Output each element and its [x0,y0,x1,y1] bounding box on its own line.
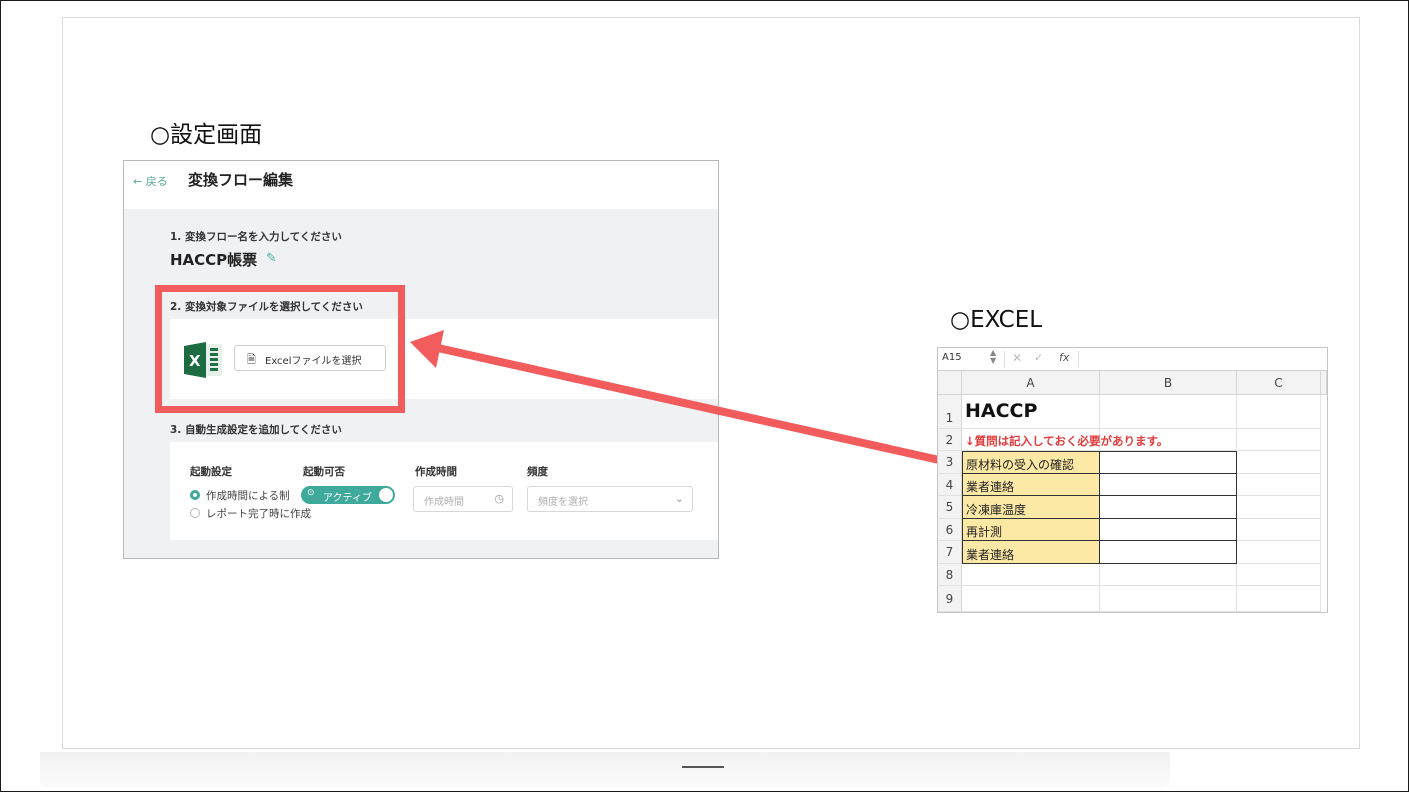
arrow-line [437,344,949,466]
formula-bar: A15 ▲ ▼ ✕ ✓ fx [938,348,1327,371]
arrow-head [410,330,444,368]
item-label: 業者連絡 [966,548,1015,562]
cell-a3[interactable]: 原材料の受入の確認 [962,451,1100,474]
cell-c5[interactable] [1237,496,1321,519]
name-box[interactable]: A15 [942,352,962,363]
row-header[interactable]: 9 [938,586,962,612]
cell-b8[interactable] [1100,564,1237,586]
cell-a6[interactable]: 再計測 [962,518,1100,541]
cell-c7[interactable] [1237,541,1321,564]
haccp-title: HACCP [965,400,1038,422]
row-header[interactable]: 5 [938,496,962,519]
column-header-c[interactable]: C [1237,371,1321,395]
fx-icon[interactable]: fx [1059,351,1069,364]
cell-a8[interactable] [962,564,1100,586]
cell-c6[interactable] [1237,519,1321,541]
cell-b3[interactable] [1099,451,1237,474]
cell-a7[interactable]: 業者連絡 [962,540,1100,564]
cell-b7[interactable] [1099,540,1237,564]
cell-b6[interactable] [1099,518,1237,541]
cell-b5[interactable] [1099,495,1237,519]
cell-a5[interactable]: 冷凍庫温度 [962,495,1100,519]
row-header[interactable]: 7 [938,541,962,564]
row-header[interactable]: 4 [938,474,962,496]
cell-c8[interactable] [1237,564,1321,586]
cell-b2[interactable] [1100,429,1237,451]
cell-a2[interactable]: ↓質問は記入しておく必要があります。 [962,429,1168,451]
select-all-corner[interactable] [938,371,962,395]
cell-c3[interactable] [1237,451,1321,474]
cell-a9[interactable] [962,586,1100,612]
row-header[interactable]: 1 [938,395,962,429]
item-label: 業者連絡 [966,480,1015,494]
column-header-a[interactable]: A [962,371,1100,395]
spinner-icon[interactable]: ▲ ▼ [990,349,996,365]
row-header[interactable]: 3 [938,451,962,474]
cell-c9[interactable] [1237,586,1321,612]
cell-c4[interactable] [1237,474,1321,496]
item-label: 原材料の受入の確認 [966,458,1075,472]
cancel-icon[interactable]: ✕ [1012,351,1022,365]
item-label: 冷凍庫温度 [966,503,1027,517]
column-header-b[interactable]: B [1100,371,1237,395]
check-icon[interactable]: ✓ [1034,351,1043,364]
cell-b1[interactable] [1100,395,1237,429]
cell-b4[interactable] [1099,473,1237,496]
item-label: 再計測 [966,525,1003,539]
cell-c1[interactable] [1237,395,1321,429]
cell-a4[interactable]: 業者連絡 [962,473,1100,496]
excel-sheet: A15 ▲ ▼ ✕ ✓ fx A B C 1 2 3 4 5 6 7 8 9 HA… [937,347,1328,613]
cell-c2[interactable] [1237,429,1321,451]
row-header[interactable]: 8 [938,564,962,586]
cell-b9[interactable] [1100,586,1237,612]
cell-a1[interactable]: HACCP [962,395,1100,429]
row-header[interactable]: 6 [938,519,962,541]
row-header[interactable]: 2 [938,429,962,451]
